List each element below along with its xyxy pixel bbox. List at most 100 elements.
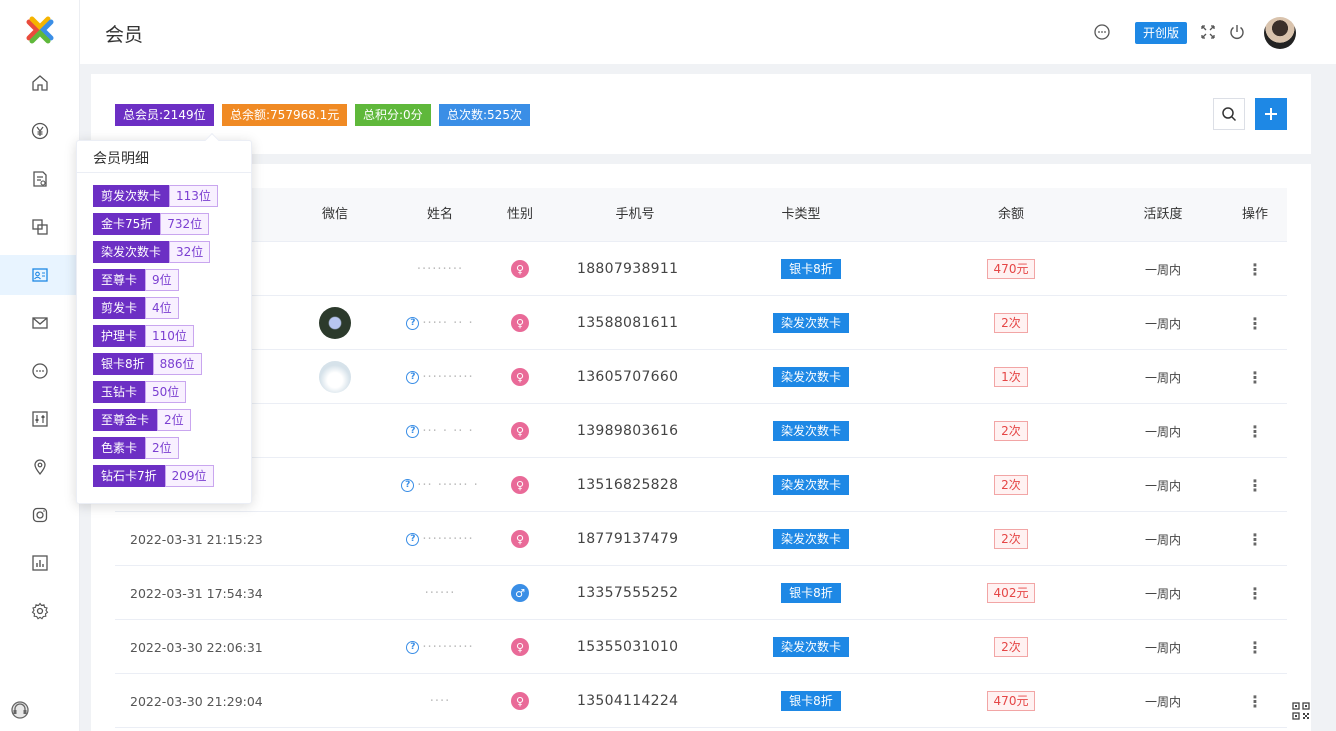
member-detail-item[interactable]: 钻石卡7折 209位	[93, 465, 214, 487]
gender-cell: ♀	[490, 296, 550, 350]
help-icon[interactable]: ?	[406, 316, 420, 330]
wechat-cell	[290, 242, 380, 296]
remaining-times-tag: 2次	[994, 313, 1028, 333]
member-name: ··········	[422, 639, 474, 655]
phone-number: 13989803616	[577, 423, 679, 439]
card-type-cell: 染发次数卡	[731, 350, 891, 404]
member-name: ······	[424, 585, 456, 601]
edition-button[interactable]: 开创版	[1135, 22, 1188, 44]
phone-number: 13588081611	[577, 315, 679, 331]
more-actions-icon[interactable]: ⋮	[1247, 260, 1263, 279]
member-name: ····	[429, 693, 451, 709]
sidebar-item-finance[interactable]	[0, 111, 80, 151]
table-row[interactable]: 9 ? ·········· ♀ 13605707660 染发次数卡 1次 一周…	[115, 350, 1287, 404]
help-icon[interactable]: ?	[406, 424, 420, 438]
help-icon[interactable]: ?	[406, 640, 420, 654]
balance-cell: 402元	[951, 566, 1071, 620]
table-row[interactable]: 2022-03-30 21:29:04 ···· ♀ 13504114224 银…	[115, 674, 1287, 728]
activity-text: 一周内	[1144, 370, 1181, 385]
sidebar-item-members[interactable]	[0, 255, 80, 295]
table-row[interactable]: 8 ? ····· ·· · ♀ 13588081611 染发次数卡 2次 一周…	[115, 296, 1287, 350]
sidebar-item-orders[interactable]	[0, 159, 80, 199]
more-actions-icon[interactable]: ⋮	[1247, 584, 1263, 603]
member-detail-item[interactable]: 护理卡 110位	[93, 325, 194, 347]
more-actions-icon[interactable]: ⋮	[1247, 422, 1263, 441]
more-actions-icon[interactable]: ⋮	[1247, 314, 1263, 333]
female-icon: ♀	[511, 530, 529, 548]
member-detail-item[interactable]: 色素卡 2位	[93, 437, 179, 459]
qr-code-icon[interactable]	[1292, 702, 1310, 720]
balance-tag: 402元	[986, 583, 1036, 603]
female-icon: ♀	[511, 260, 529, 278]
gender-cell: ♂	[490, 566, 550, 620]
balance-cell: 1次	[951, 350, 1071, 404]
wechat-cell	[290, 620, 380, 674]
sidebar-item-reports[interactable]	[0, 543, 80, 583]
popover-title: 会员明细	[93, 151, 149, 167]
actions-cell: ⋮	[1225, 242, 1285, 296]
add-member-button[interactable]	[1255, 98, 1287, 130]
member-detail-item[interactable]: 玉钻卡 50位	[93, 381, 187, 403]
card-name-label: 剪发次数卡	[93, 185, 170, 207]
activity-text: 一周内	[1144, 532, 1181, 547]
page-title: 会员	[105, 24, 144, 46]
card-member-count: 209位	[164, 465, 214, 487]
table-row[interactable]: 2022-03-31 17:54:34 ······ ♂ 13357555252…	[115, 566, 1287, 620]
remaining-times-tag: 2次	[994, 529, 1028, 549]
sidebar-item-chat[interactable]	[0, 351, 80, 391]
fullscreen-icon[interactable]	[1199, 23, 1217, 41]
help-icon[interactable]: ?	[406, 370, 420, 384]
more-actions-icon[interactable]: ⋮	[1247, 638, 1263, 657]
member-detail-item[interactable]: 至尊金卡 2位	[93, 409, 191, 431]
total-members-tag[interactable]: 总会员:2149位	[115, 104, 214, 126]
table-row[interactable]: 4 ? ··· · ·· · ♀ 13989803616 染发次数卡 2次 一周…	[115, 404, 1287, 458]
more-actions-icon[interactable]: ⋮	[1247, 692, 1263, 711]
more-actions-icon[interactable]: ⋮	[1247, 476, 1263, 495]
column-header-phone: 手机号	[615, 207, 655, 222]
member-detail-item[interactable]: 剪发次数卡 113位	[93, 185, 218, 207]
sidebar-item-settings[interactable]	[0, 591, 80, 631]
card-type-tag: 染发次数卡	[772, 529, 849, 549]
customer-service-icon[interactable]	[10, 700, 30, 720]
sidebar-item-messages[interactable]	[0, 303, 80, 343]
help-icon[interactable]: ?	[401, 478, 415, 492]
gender-cell: ♀	[490, 458, 550, 512]
message-icon[interactable]	[1093, 23, 1111, 41]
member-detail-item[interactable]: 剪发卡 4位	[93, 297, 179, 319]
card-type-cell: 银卡8折	[731, 674, 891, 728]
sidebar-item-products[interactable]	[0, 207, 80, 247]
sidebar-item-home[interactable]	[0, 63, 80, 103]
actions-cell: ⋮	[1225, 512, 1285, 566]
search-icon	[1222, 107, 1237, 122]
sidebar-item-stores[interactable]	[0, 447, 80, 487]
activity-cell: 一周内	[1113, 242, 1213, 296]
member-detail-item[interactable]: 银卡8折 886位	[93, 353, 202, 375]
column-header-card-type: 卡类型	[781, 207, 821, 222]
app-logo-icon[interactable]	[24, 14, 56, 46]
power-icon[interactable]	[1228, 23, 1246, 41]
phone-cell: 13357555252	[577, 566, 717, 620]
member-detail-item[interactable]: 染发次数卡 32位	[93, 241, 211, 263]
table-row[interactable]: 2022-03-31 21:15:23 ? ·········· ♀ 18779…	[115, 512, 1287, 566]
user-avatar[interactable]	[1264, 17, 1296, 49]
help-icon[interactable]: ?	[406, 532, 420, 546]
more-actions-icon[interactable]: ⋮	[1247, 368, 1263, 387]
sidebar-item-social[interactable]	[0, 495, 80, 535]
activity-cell: 一周内	[1113, 512, 1213, 566]
actions-cell: ⋮	[1225, 296, 1285, 350]
sidebar-item-adjust[interactable]	[0, 399, 80, 439]
member-detail-item[interactable]: 金卡75折 732位	[93, 213, 210, 235]
balance-cell: 470元	[951, 242, 1071, 296]
yen-icon	[31, 122, 49, 140]
member-detail-item[interactable]: 至尊卡 9位	[93, 269, 179, 291]
actions-cell: ⋮	[1225, 404, 1285, 458]
table-row[interactable]: 7 ? ··· ······ · ♀ 13516825828 染发次数卡 2次 …	[115, 458, 1287, 512]
activity-cell: 一周内	[1113, 566, 1213, 620]
remaining-times-tag: 2次	[994, 421, 1028, 441]
table-row[interactable]: 2022-03-30 22:06:31 ? ·········· ♀ 15355…	[115, 620, 1287, 674]
balance-cell: 2次	[951, 512, 1071, 566]
phone-number: 18807938911	[577, 261, 679, 277]
table-row[interactable]: 8 ········· ♀ 18807938911 银卡8折 470元 一周内	[115, 242, 1287, 296]
search-button[interactable]	[1213, 98, 1245, 130]
more-actions-icon[interactable]: ⋮	[1247, 530, 1263, 549]
